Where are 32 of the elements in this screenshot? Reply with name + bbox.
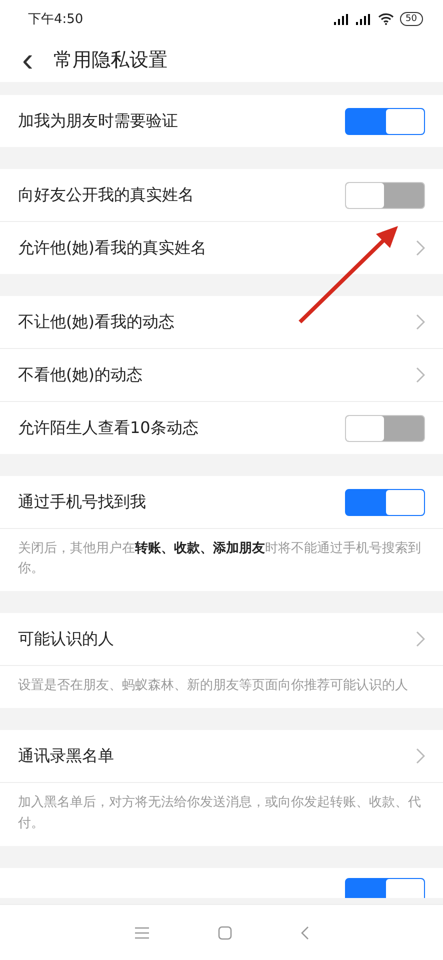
- toggle-switch[interactable]: [345, 878, 425, 898]
- toggle-switch[interactable]: [345, 488, 425, 516]
- signal-icon: [334, 14, 350, 24]
- setting-label: 通讯录黑名单: [18, 746, 114, 767]
- setting-label: 不让他(她)看我的动态: [18, 312, 174, 332]
- setting-label: 向好友公开我的真实姓名: [18, 184, 194, 206]
- back-icon[interactable]: [300, 926, 308, 940]
- setting-note: 加入黑名单后，对方将无法给你发送消息，或向你发起转账、收款、代付。: [0, 782, 443, 846]
- chevron-icon: [415, 314, 425, 330]
- setting-label: 允许陌生人查看10条动态: [18, 418, 198, 438]
- setting-label: 通过手机号找到我: [18, 492, 146, 512]
- setting-label: 不看他(她)的动态: [18, 364, 142, 386]
- toggle-switch[interactable]: [345, 108, 425, 134]
- home-icon[interactable]: [218, 926, 232, 940]
- toggle-switch[interactable]: [345, 182, 425, 208]
- setting-label: 可能认识的人: [18, 628, 114, 650]
- chevron-icon: [415, 631, 425, 648]
- wifi-icon: [378, 13, 394, 25]
- setting-label: 加我为朋友时需要验证: [18, 110, 178, 132]
- back-button[interactable]: ‹: [18, 45, 38, 75]
- setting-label: 允许他(她)看我的真实姓名: [18, 238, 206, 258]
- toggle-switch[interactable]: [345, 414, 425, 442]
- setting-note: 关闭后，其他用户在转账、收款、添加朋友时将不能通过手机号搜索到你。: [0, 528, 443, 592]
- chevron-icon: [415, 748, 425, 764]
- setting-note: 设置是否在朋友、蚂蚁森林、新的朋友等页面向你推荐可能认识的人: [0, 665, 443, 708]
- chevron-icon: [415, 367, 425, 383]
- battery-level: 50: [400, 12, 423, 26]
- signal-icon: [356, 14, 372, 24]
- chevron-icon: [415, 240, 425, 256]
- status-time: 下午4:50: [28, 11, 84, 28]
- page-title: 常用隐私设置: [53, 48, 168, 73]
- menu-icon[interactable]: [134, 926, 148, 938]
